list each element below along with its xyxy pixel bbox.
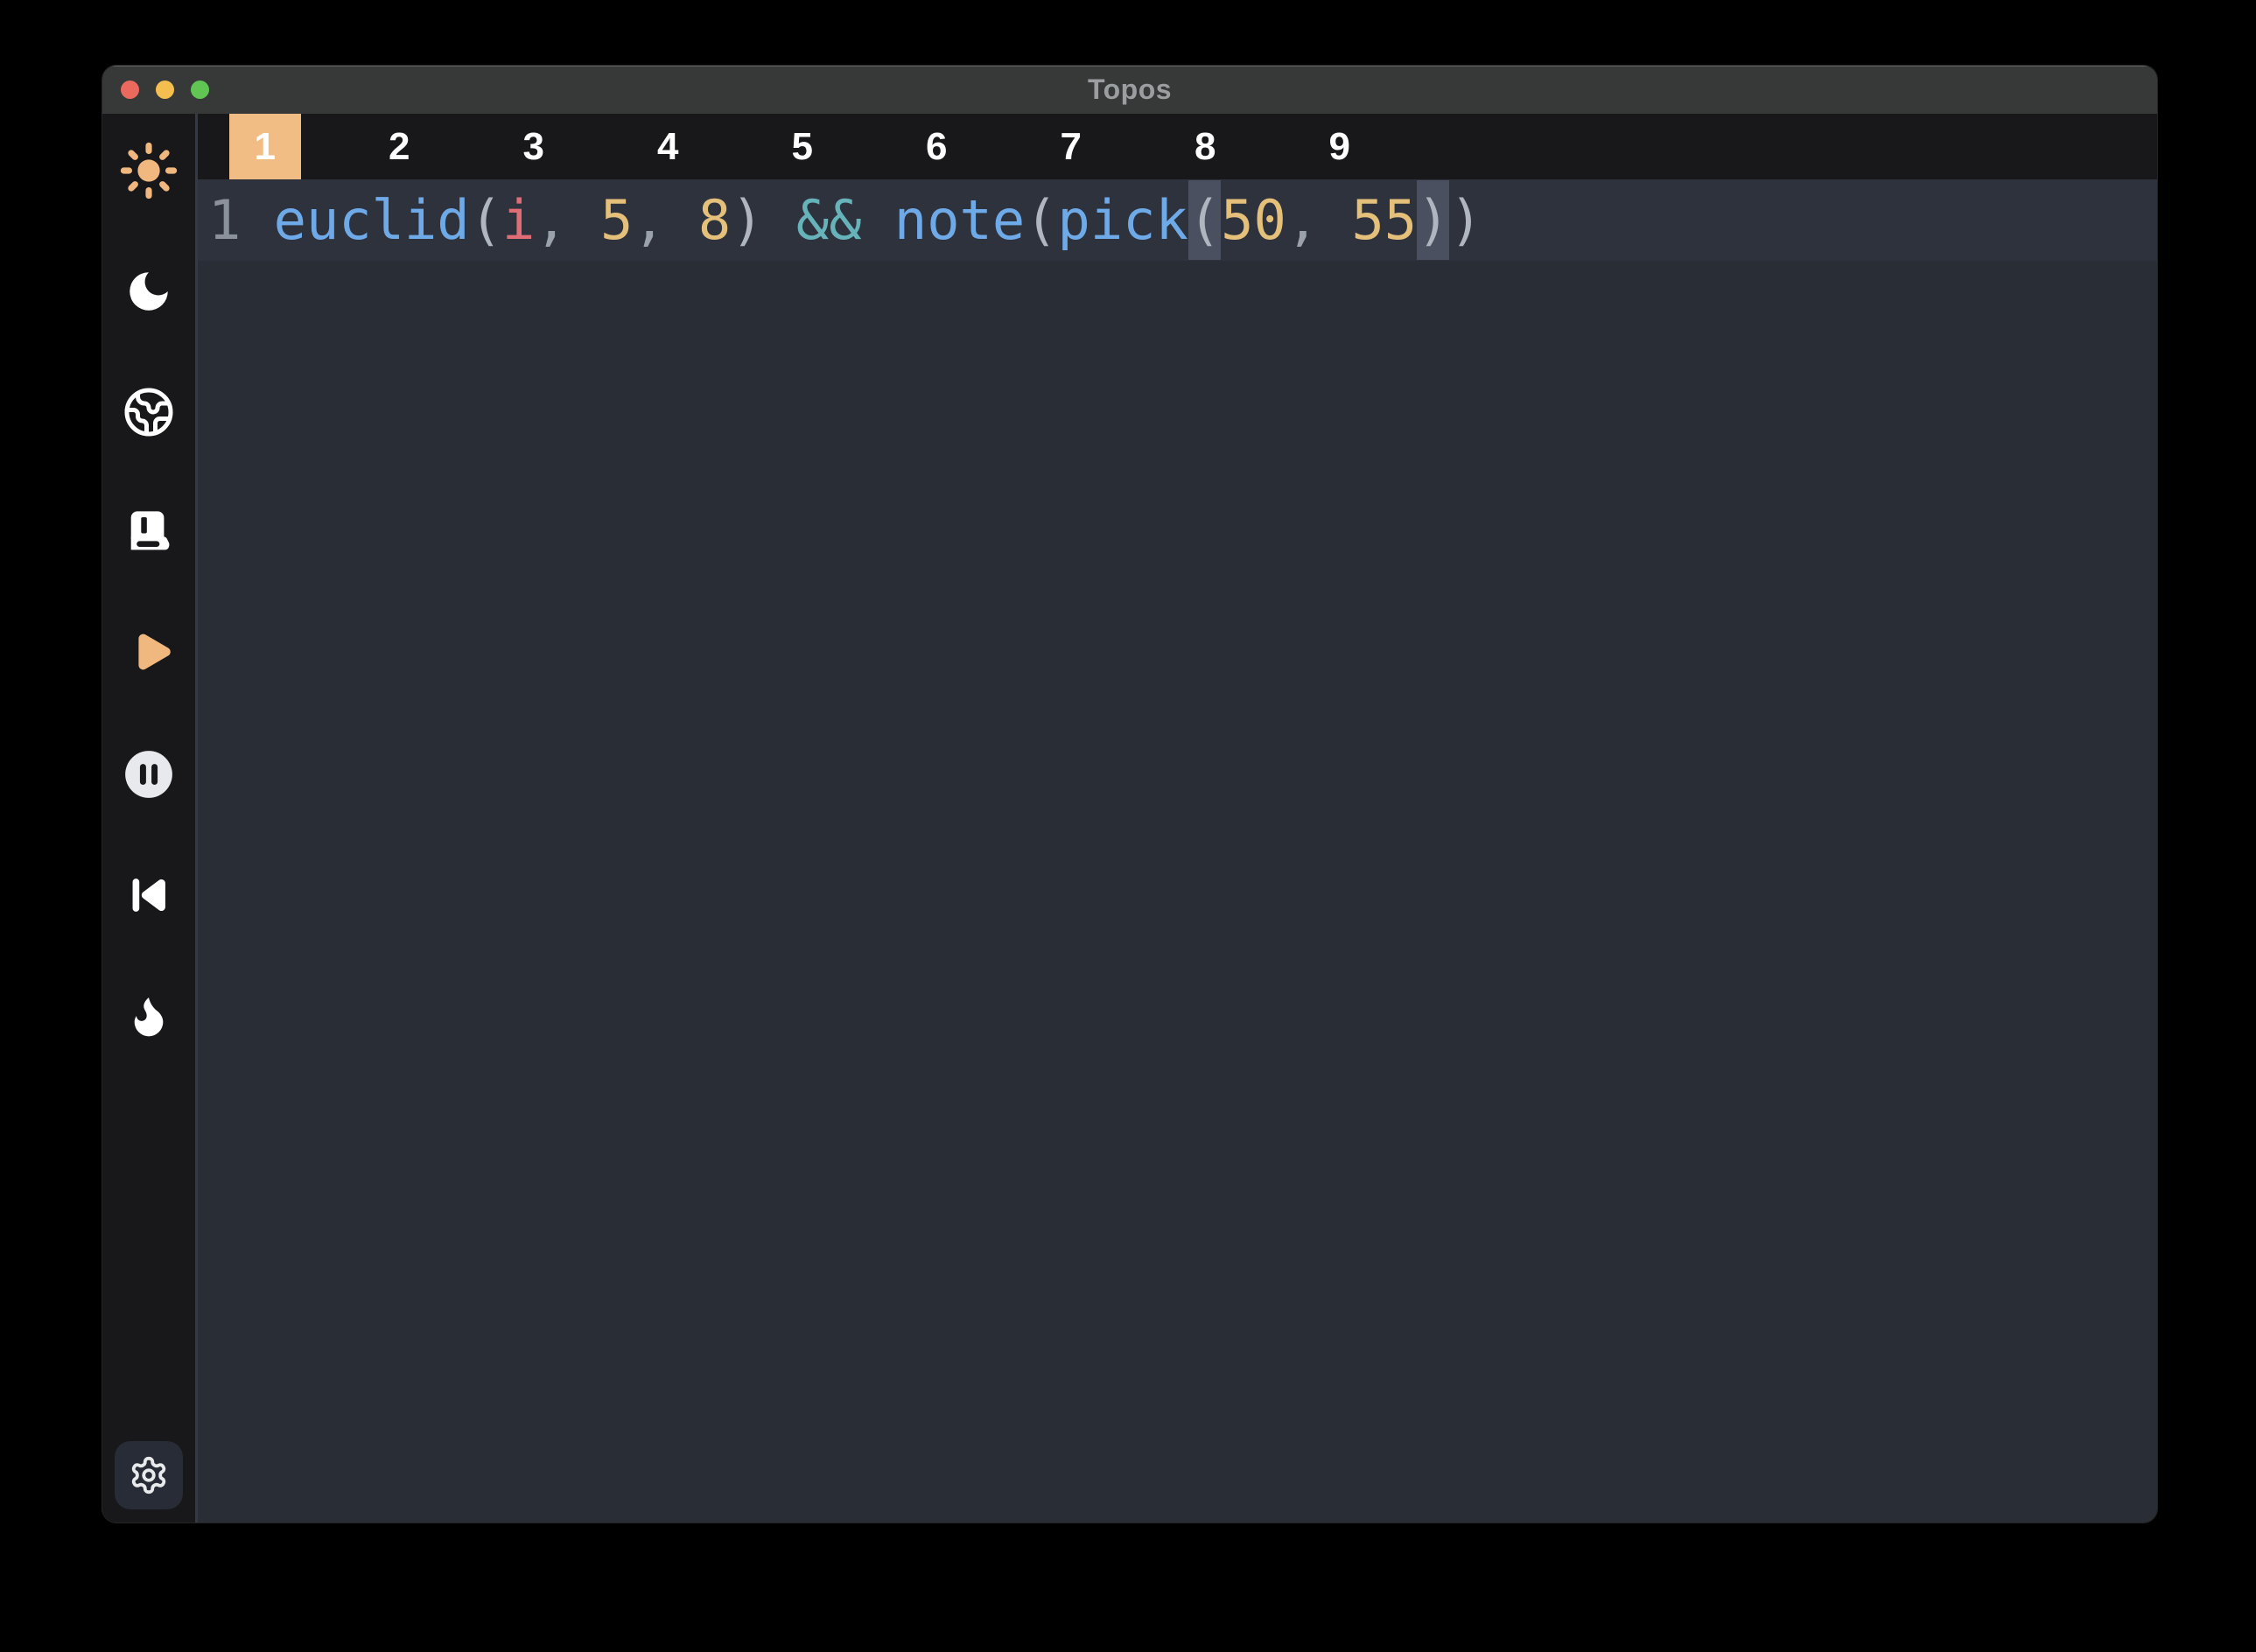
token-number: 55 [1351,188,1417,252]
token-number: 8 [698,188,731,252]
tab-9[interactable]: 9 [1272,114,1407,179]
line-number: 1 [208,188,274,252]
token-paren: ( [1025,188,1057,252]
sidebar-item-dark-theme[interactable] [121,263,177,319]
gear-icon [129,1455,169,1495]
tab-label: 1 [229,114,301,179]
token-number: 5 [600,188,633,252]
token-paren: ( [470,188,502,252]
token-function: pick [1058,188,1188,252]
token-plain [862,188,894,252]
moon-icon [123,266,174,317]
sun-icon [120,142,178,200]
play-icon [123,628,174,679]
token-punct: , [633,188,698,252]
sidebar-item-light-theme[interactable] [121,143,177,199]
token-punct: , [1286,188,1352,252]
titlebar[interactable]: Topos [102,66,2157,114]
code-text: euclid(i, 5, 8) && note(pick(50, 55)) [274,188,1482,252]
tab-5[interactable]: 5 [735,114,870,179]
token-plain [764,188,796,252]
sidebar-item-docs[interactable] [121,505,177,561]
tab-4[interactable]: 4 [601,114,736,179]
token-paren: ) [731,188,763,252]
tab-2[interactable]: 2 [333,114,467,179]
code-editor[interactable]: 1 euclid(i, 5, 8) && note(pick(50, 55)) [198,179,2157,1522]
token-operator: && [796,188,862,252]
skip-back-icon [125,872,172,919]
sidebar-item-globe[interactable] [121,384,177,440]
sidebar-item-flame[interactable] [121,988,177,1044]
content-area: 123456789 1 euclid(i, 5, 8) && note(pick… [198,114,2157,1522]
sidebar-item-play[interactable] [121,626,177,682]
token-punct: , [535,188,600,252]
pause-icon [122,747,176,802]
tab-7[interactable]: 7 [1004,114,1139,179]
tab-label: 9 [1304,114,1376,179]
tab-label: 3 [498,114,570,179]
sidebar [102,114,195,1522]
token-variable: i [502,188,535,252]
token-function: euclid [274,188,470,252]
app-window: Topos 123456789 1 euclid(i, 5, 8) && not… [102,66,2157,1522]
tab-label: 5 [767,114,838,179]
window-title: Topos [102,74,2157,106]
tab-6[interactable]: 6 [870,114,1005,179]
token-paren: ) [1449,188,1482,252]
tab-label: 4 [632,114,704,179]
book-icon [123,508,174,558]
sidebar-item-skip-back[interactable] [121,867,177,923]
token-function: note [894,188,1025,252]
tab-label: 6 [900,114,972,179]
token-paren-match: ( [1188,180,1221,260]
globe-icon [123,386,175,438]
token-number: 50 [1221,188,1286,252]
sidebar-item-pause[interactable] [121,746,177,802]
tab-3[interactable]: 3 [466,114,601,179]
main-area: 123456789 1 euclid(i, 5, 8) && note(pick… [102,114,2157,1522]
token-paren-match: ) [1417,180,1449,260]
tab-label: 2 [363,114,435,179]
sidebar-items [102,114,195,1044]
code-line[interactable]: 1 euclid(i, 5, 8) && note(pick(50, 55)) [198,179,2157,261]
tab-label: 7 [1035,114,1107,179]
settings-button[interactable] [115,1441,183,1509]
tab-1[interactable]: 1 [198,114,333,179]
tab-8[interactable]: 8 [1139,114,1273,179]
tab-bar: 123456789 [198,114,2157,179]
flame-icon [124,991,173,1040]
tab-label: 8 [1169,114,1241,179]
